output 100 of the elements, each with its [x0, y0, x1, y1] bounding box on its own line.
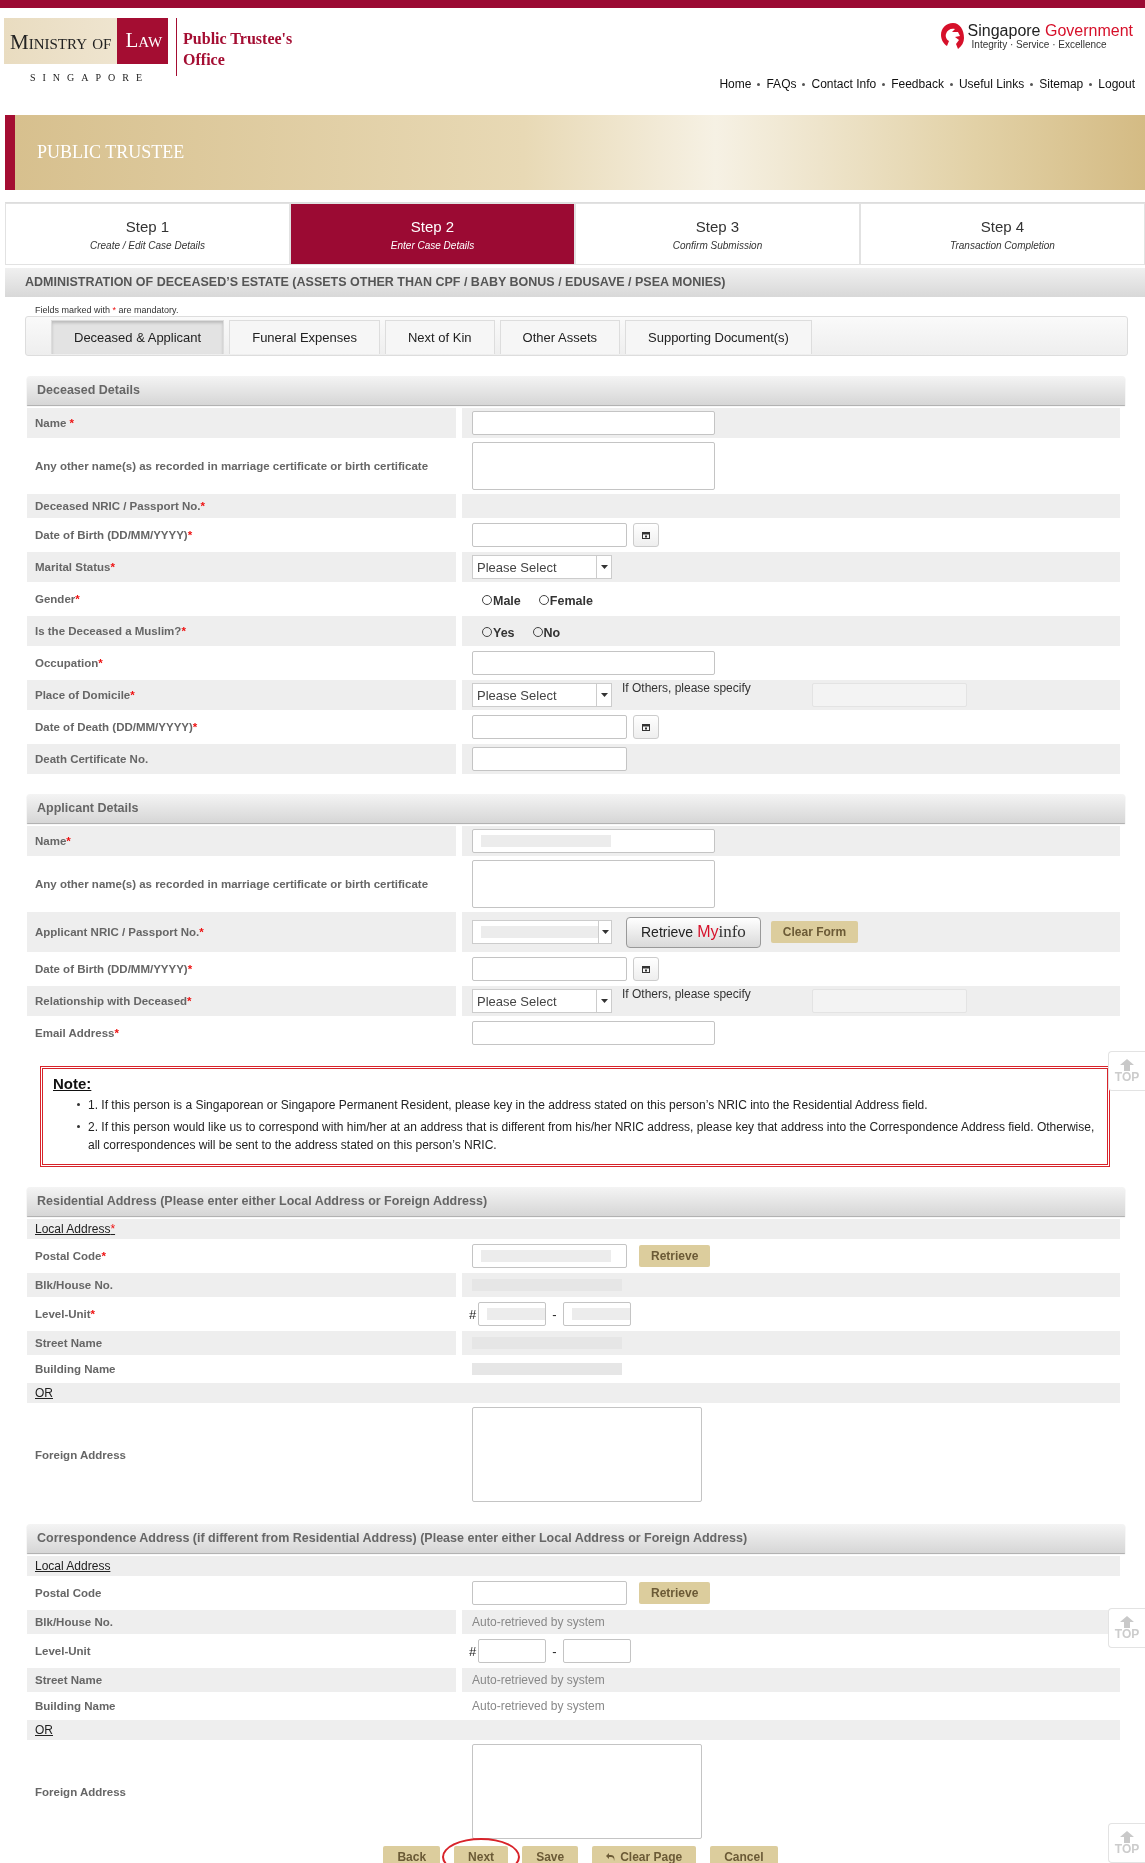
text-area[interactable] — [472, 442, 715, 490]
action-button[interactable]: Next — [454, 1846, 509, 1863]
step-subtitle: Confirm Submission — [672, 239, 763, 251]
tab[interactable]: Next of Kin — [385, 320, 495, 354]
text-field[interactable] — [472, 1244, 627, 1268]
field-label: Name* — [35, 835, 71, 847]
nav-link[interactable]: Useful Links — [958, 77, 1025, 91]
text-field[interactable] — [562, 1302, 631, 1326]
radio-label: No — [543, 626, 561, 640]
field-label: Foreign Address — [35, 1448, 126, 1461]
field-label: Applicant NRIC / Passport No.* — [35, 926, 204, 938]
step-subtitle: Enter Case Details — [390, 239, 475, 251]
calendar-icon — [642, 531, 650, 539]
text-area[interactable] — [472, 1407, 702, 1502]
text-field[interactable] — [472, 747, 627, 771]
field-label: Postal Code — [35, 1587, 102, 1599]
calendar-button[interactable] — [633, 957, 659, 981]
field-label: Postal Code* — [35, 1250, 106, 1262]
ministry-logo[interactable]: Ministry of Law — [4, 18, 169, 64]
action-button[interactable]: Cancel — [710, 1846, 778, 1863]
tab[interactable]: Deceased & Applicant — [51, 320, 225, 354]
tab[interactable]: Funeral Expenses — [229, 320, 380, 354]
caret-icon — [601, 930, 609, 934]
text-field[interactable] — [472, 651, 715, 675]
field-label: Blk/House No. — [35, 1616, 113, 1628]
field-label: Place of Domicile* — [35, 689, 135, 701]
date-field[interactable] — [472, 715, 627, 739]
section-header: Residential Address (Please enter either Local Address or Foreign Address) — [27, 1187, 1125, 1216]
section-header: Deceased Details — [27, 376, 1125, 405]
field-label: Death Certificate No. — [35, 753, 149, 765]
field-label: Occupation* — [35, 657, 103, 669]
mandatory-note: Fields marked with * are mandatory. — [35, 305, 180, 315]
field-label: Level-Unit* — [35, 1308, 96, 1320]
bullet-icon — [77, 1125, 80, 1128]
logo-subtitle: SINGAPORE — [28, 72, 150, 83]
text-area[interactable] — [472, 860, 715, 908]
select-field[interactable]: Please Select — [472, 683, 612, 707]
tab[interactable]: Other Assets — [499, 320, 620, 354]
text-field[interactable] — [472, 829, 715, 853]
field-label: Any other name(s) as recorded in marriage certificate or birth certificate — [35, 878, 429, 890]
select-field[interactable]: Please Select — [472, 989, 612, 1013]
section-header: Applicant Details — [27, 794, 1125, 823]
field-label: Email Address* — [35, 1027, 119, 1039]
nav-link[interactable]: Home — [719, 77, 752, 91]
nav-link[interactable]: FAQs — [766, 77, 797, 91]
text-field[interactable] — [478, 1639, 547, 1663]
text-field[interactable] — [562, 1639, 631, 1663]
office-name: Public Trustee's Office — [176, 18, 304, 76]
step-title: Step 1 — [125, 217, 170, 235]
field-label: Deceased NRIC / Passport No.* — [35, 500, 205, 512]
nav-link[interactable]: Sitemap — [1039, 77, 1084, 91]
bullet-icon — [77, 1103, 80, 1106]
nav-link[interactable]: Contact Info — [811, 77, 877, 91]
field-label: Name * — [35, 417, 74, 429]
retrieve-myinfo-button[interactable]: Retrieve Myinfo — [626, 916, 761, 948]
step-subtitle: Create / Edit Case Details — [89, 239, 206, 251]
subheading: OR — [35, 1386, 53, 1400]
dash-sign: - — [552, 1643, 557, 1659]
text-field[interactable] — [478, 1302, 547, 1326]
nav-link[interactable]: Logout — [1098, 77, 1135, 91]
field-label: Is the Deceased a Muslim?* — [35, 625, 186, 637]
date-field[interactable] — [472, 957, 627, 981]
clear-form-button[interactable]: Clear Form — [770, 921, 859, 943]
hash-sign: # — [469, 1643, 477, 1659]
field-label: Level-Unit — [35, 1645, 91, 1657]
up-arrow-icon — [1120, 1059, 1134, 1071]
action-button[interactable]: Save — [522, 1846, 579, 1863]
retrieve-button[interactable]: Retrieve — [639, 1582, 711, 1604]
logo-text: Ministry of — [9, 29, 113, 56]
field-label: Relationship with Deceased* — [35, 995, 192, 1007]
select-field[interactable] — [472, 920, 612, 944]
radio-label: Female — [549, 594, 593, 608]
tab[interactable]: Supporting Document(s) — [625, 320, 812, 354]
retrieve-button[interactable]: Retrieve — [639, 1245, 711, 1267]
logo-text: Law — [117, 18, 169, 64]
step-title: Step 4 — [980, 217, 1025, 235]
calendar-button[interactable] — [633, 523, 659, 547]
field-label: Gender* — [35, 593, 80, 605]
field-label: Date of Birth (DD/MM/YYYY)* — [35, 529, 193, 541]
nav-link[interactable]: Feedback — [891, 77, 944, 91]
note-title: Note: — [53, 1075, 93, 1092]
section-header: Correspondence Address (if different from Residential Address) (Please enter either Local Address or Foreign Address) — [27, 1524, 1125, 1553]
field-label: Any other name(s) as recorded in marriage certificate or birth certificate — [35, 460, 429, 472]
dash-sign: - — [552, 1306, 557, 1322]
field-label: Building Name — [35, 1363, 116, 1375]
field-label: Date of Birth (DD/MM/YYYY)* — [35, 963, 193, 975]
calendar-button[interactable] — [633, 715, 659, 739]
action-button[interactable]: Back — [383, 1846, 441, 1863]
calendar-icon — [642, 723, 650, 731]
field-label: Foreign Address — [35, 1785, 126, 1798]
select-field[interactable]: Please Select — [472, 555, 612, 579]
action-button[interactable]: Clear Page — [592, 1846, 697, 1863]
date-field[interactable] — [472, 523, 627, 547]
text-field[interactable] — [472, 1021, 715, 1045]
government-motto: Integrity · Service · Excellence — [971, 38, 1108, 50]
text-field[interactable] — [472, 1581, 627, 1605]
text-field[interactable] — [472, 411, 715, 435]
page-title: ADMINISTRATION OF DECEASED’S ESTATE (ASSETS OTHER THAN CPF / BABY BONUS / EDUSAVE / PSEA MONIES) — [5, 268, 1145, 297]
text-area[interactable] — [472, 1744, 702, 1839]
field-label: Street Name — [35, 1337, 103, 1349]
